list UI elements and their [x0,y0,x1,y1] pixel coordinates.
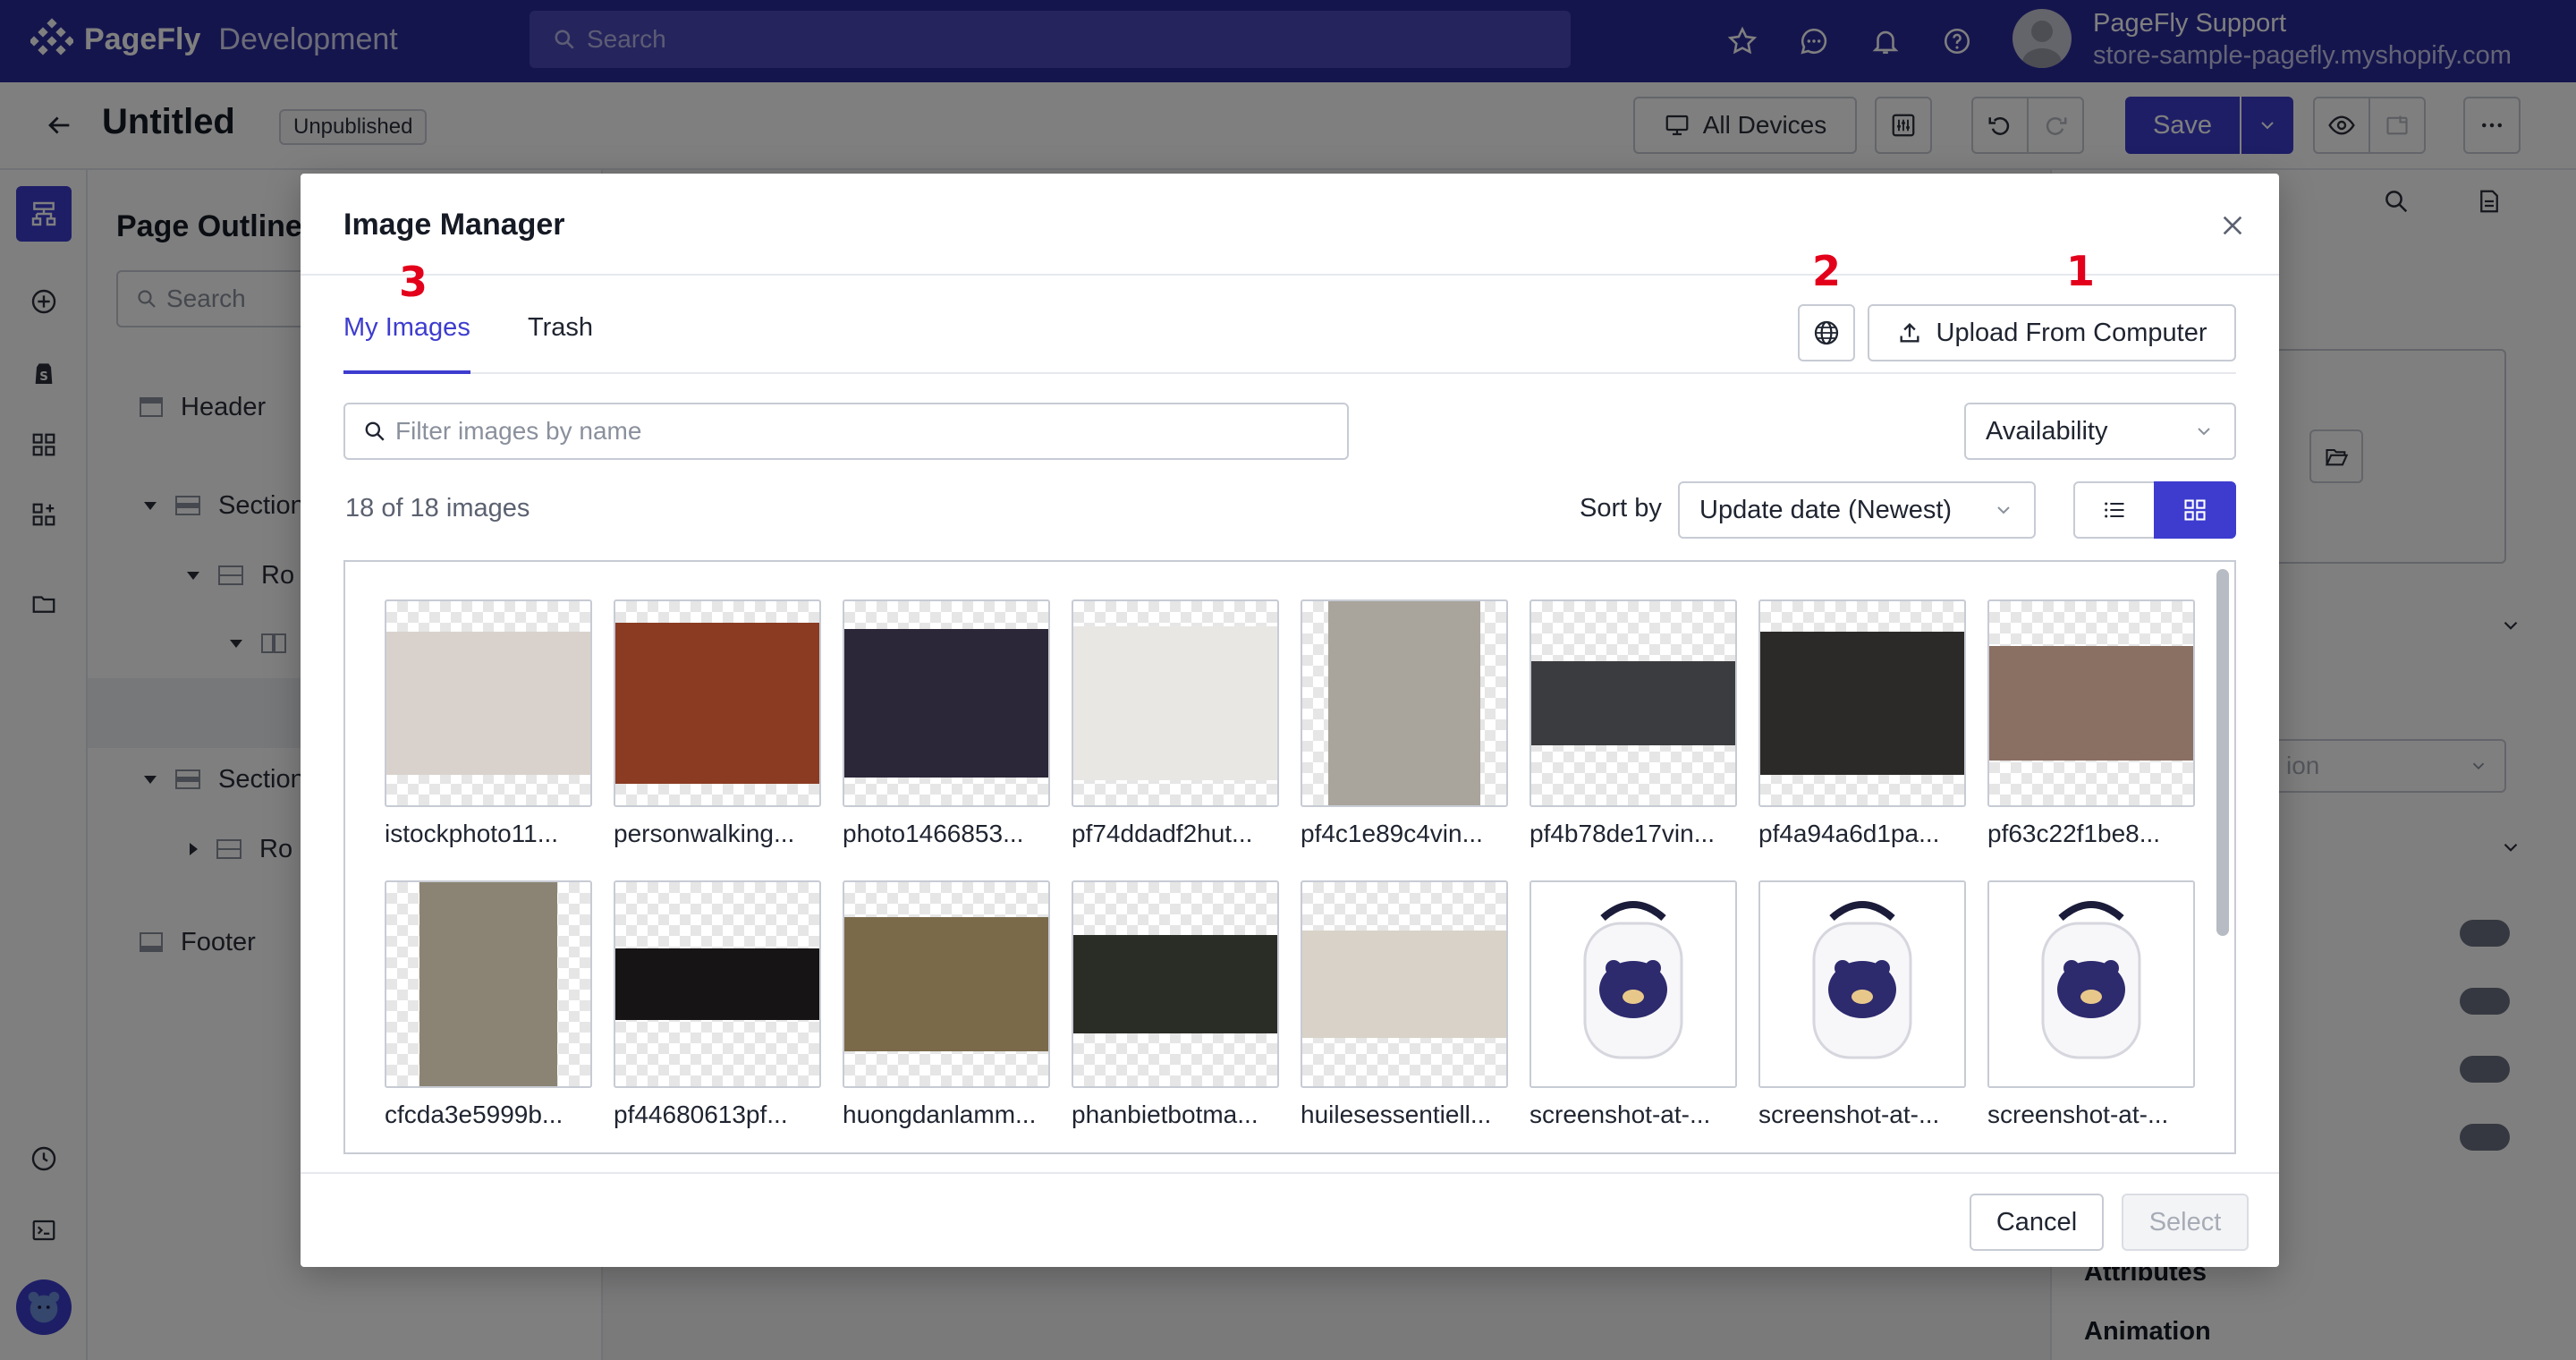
close-button[interactable] [2213,206,2252,245]
image-preview [1302,931,1506,1038]
image-card[interactable]: phanbietbotma... [1072,880,1279,1129]
tab-my-images[interactable]: My Images [343,313,470,374]
image-thumbnail[interactable] [1530,880,1737,1088]
image-name: pf4b78de17vin... [1530,820,1716,847]
image-card[interactable]: screenshot-at-... [1987,880,2195,1129]
upload-label: Upload From Computer [1936,318,2207,347]
image-preview [1989,646,2193,761]
image-card[interactable]: pf74ddadf2hut... [1072,599,1279,848]
image-preview [615,623,819,784]
image-name: phanbietbotma... [1072,1101,1258,1128]
close-icon [2223,216,2242,235]
image-thumbnail[interactable] [614,880,821,1088]
upload-from-url-button[interactable] [1798,304,1855,361]
grid-icon [2184,499,2206,521]
chevron-down-icon [2198,428,2210,436]
chevron-down-icon [1997,506,2010,514]
list-icon [2105,502,2124,518]
image-preview [1760,882,1964,1086]
image-count: 18 of 18 images [345,494,530,523]
image-grid: istockphoto11... personwalking... photo146… [343,560,2236,1154]
annotation-3: 3 [399,258,428,306]
image-preview [615,948,819,1020]
image-card[interactable]: screenshot-at-... [1758,880,1966,1129]
image-name: pf44680613pf... [614,1101,788,1128]
image-preview [844,629,1048,778]
cancel-button[interactable]: Cancel [1970,1194,2104,1251]
image-card[interactable]: personwalking... [614,599,821,848]
list-view-button[interactable] [2073,481,2156,539]
image-thumbnail[interactable] [385,599,592,807]
annotation-2: 2 [1812,247,1842,295]
image-name: pf74ddadf2hut... [1072,820,1253,847]
image-card[interactable]: pf4b78de17vin... [1530,599,1737,848]
availability-label: Availability [1986,416,2108,446]
image-manager-modal: Image Manager My Images Trash 1 2 3 Uplo… [301,174,2279,1267]
image-preview [1073,935,1277,1033]
image-preview [1531,661,1735,745]
image-preview [844,917,1048,1051]
image-thumbnail[interactable] [1072,880,1279,1088]
image-preview [1760,632,1964,775]
upload-icon [1900,323,1919,343]
image-card[interactable]: photo1466853... [843,599,1050,848]
select-button[interactable]: Select [2122,1194,2249,1251]
image-name: personwalking... [614,820,795,847]
modal-title: Image Manager [343,208,565,242]
image-thumbnail[interactable] [1072,599,1279,807]
image-thumbnail[interactable] [1758,880,1966,1088]
image-name: screenshot-at-... [1987,1101,2169,1128]
image-card[interactable]: screenshot-at-... [1530,880,1737,1129]
availability-select[interactable]: Availability [1964,403,2236,460]
modal-header: Image Manager [301,174,2279,276]
sort-value: Update date (Newest) [1699,495,1953,524]
image-preview [1073,626,1277,780]
image-preview [1328,601,1480,805]
search-icon [365,421,385,441]
image-name: pf4c1e89c4vin... [1301,820,1483,847]
image-card[interactable]: pf44680613pf... [614,880,821,1129]
image-card[interactable]: pf4c1e89c4vin... [1301,599,1508,848]
image-thumbnail[interactable] [385,880,592,1088]
image-thumbnail[interactable] [1530,599,1737,807]
image-thumbnail[interactable] [1301,599,1508,807]
sort-select[interactable]: Update date (Newest) [1678,481,2036,539]
image-thumbnail[interactable] [1987,599,2195,807]
image-card[interactable]: pf63c22f1be8... [1987,599,2195,848]
image-preview [1989,882,2193,1086]
image-card[interactable]: cfcda3e5999b... [385,880,592,1129]
image-card[interactable]: pf4a94a6d1pa... [1758,599,1966,848]
image-name: screenshot-at-... [1530,1101,1711,1128]
image-name: photo1466853... [843,820,1024,847]
sort-label: Sort by [1580,494,1662,523]
image-name: pf63c22f1be8... [1987,820,2161,847]
image-card[interactable]: istockphoto11... [385,599,592,848]
annotation-1: 1 [2066,247,2096,295]
image-preview [419,882,557,1086]
image-name: pf4a94a6d1pa... [1758,820,1940,847]
scrollbar[interactable] [2216,569,2229,936]
image-card[interactable]: huongdanlamm... [843,880,1050,1129]
image-preview [386,632,590,775]
image-card[interactable]: huilesessentiell... [1301,880,1508,1129]
grid-view-button[interactable] [2154,481,2236,539]
filter-placeholder: Filter images by name [395,417,642,445]
image-preview [1531,882,1735,1086]
image-name: huongdanlamm... [843,1101,1037,1128]
globe-icon [1814,320,1839,345]
image-thumbnail[interactable] [1758,599,1966,807]
upload-from-computer-button[interactable]: Upload From Computer [1868,304,2236,361]
image-name: istockphoto11... [385,820,559,847]
image-thumbnail[interactable] [1987,880,2195,1088]
tab-trash[interactable]: Trash [528,313,593,374]
modal-footer: Cancel Select [301,1172,2279,1267]
filter-images-input[interactable]: Filter images by name [343,403,1349,460]
image-thumbnail[interactable] [614,599,821,807]
image-name: screenshot-at-... [1758,1101,1940,1128]
image-name: huilesessentiell... [1301,1101,1492,1128]
image-thumbnail[interactable] [843,880,1050,1088]
image-name: cfcda3e5999b... [385,1101,564,1128]
image-thumbnail[interactable] [843,599,1050,807]
image-thumbnail[interactable] [1301,880,1508,1088]
